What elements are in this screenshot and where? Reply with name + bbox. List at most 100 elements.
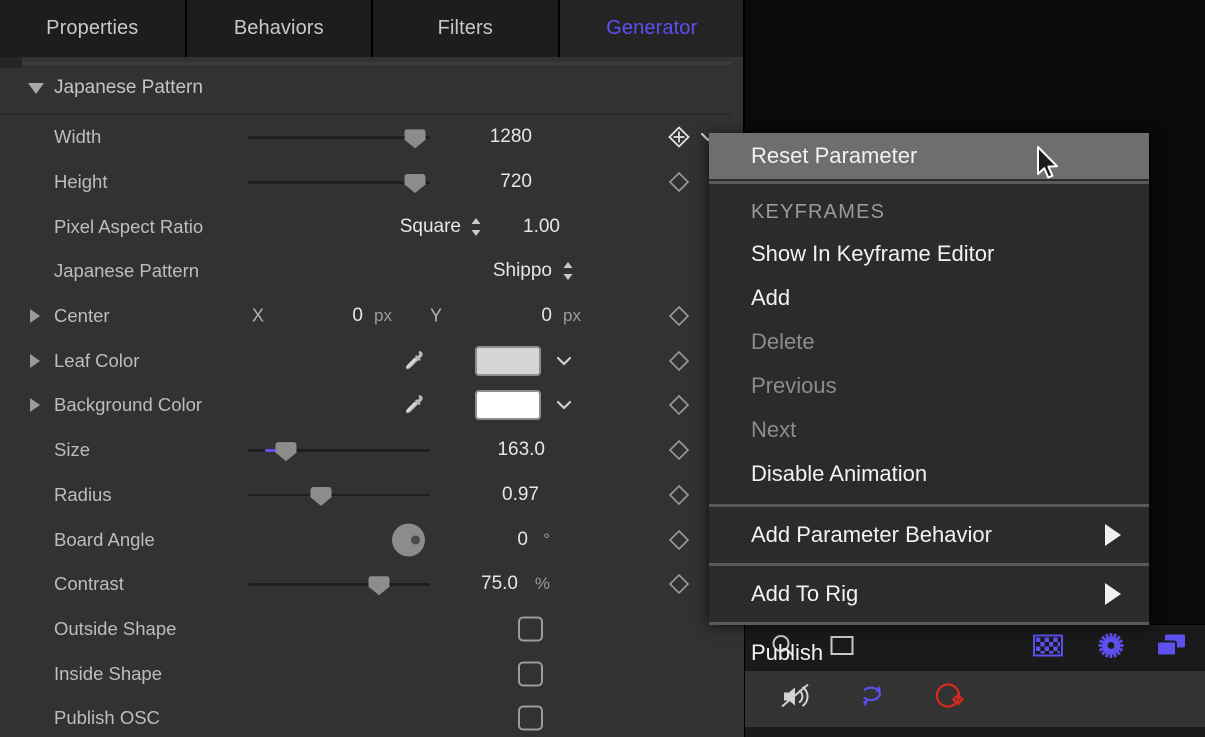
leaf-color-swatch[interactable] <box>475 346 541 376</box>
keyframe-animated-icon[interactable] <box>668 126 690 148</box>
record-keyframe-icon[interactable] <box>933 681 969 718</box>
menu-separator <box>709 622 1149 625</box>
radius-slider[interactable] <box>248 488 430 502</box>
menu-item-add-parameter-behavior[interactable]: Add Parameter Behavior <box>709 509 1149 561</box>
menu-item-label: Reset Parameter <box>751 143 917 169</box>
chevron-down-icon[interactable] <box>553 394 575 416</box>
keyframe-empty-icon[interactable] <box>668 350 690 372</box>
parameter-row-height[interactable]: Height 720 <box>0 160 744 205</box>
pixel-aspect-ratio-popup-value[interactable]: Square <box>400 216 461 238</box>
dial-indicator <box>411 535 420 544</box>
loop-playback-icon[interactable] <box>855 682 889 717</box>
canvas-toolbar-bottom <box>745 671 1205 727</box>
parameter-row-size[interactable]: Size 163.0 <box>0 428 744 473</box>
parameter-row-leaf-color[interactable]: Leaf Color <box>0 338 744 383</box>
radius-value[interactable]: 0.97 <box>502 484 539 506</box>
parameter-label: Background Color <box>54 394 202 416</box>
triangle-down-icon[interactable] <box>28 83 44 94</box>
slider-track <box>248 181 430 184</box>
parameter-context-menu: Reset Parameter KEYFRAMES Show In Keyfra… <box>709 133 1149 622</box>
parameter-label: Japanese Pattern <box>54 260 199 282</box>
menu-item-publish[interactable]: Publish <box>709 627 1149 679</box>
menu-item-add[interactable]: Add <box>709 276 1149 320</box>
center-x-value[interactable]: 0 <box>352 305 363 327</box>
submenu-arrow-icon <box>1105 524 1121 546</box>
triangle-right-icon[interactable] <box>30 354 40 368</box>
up-down-arrows-icon[interactable] <box>470 216 482 238</box>
pixel-aspect-ratio-value[interactable]: 1.00 <box>523 216 560 238</box>
center-x-unit: px <box>374 306 392 326</box>
eyedropper-icon[interactable] <box>398 391 426 419</box>
slider-thumb[interactable] <box>369 576 390 595</box>
menu-item-disable-animation[interactable]: Disable Animation <box>709 452 1149 496</box>
parameter-row-background-color[interactable]: Background Color <box>0 383 744 428</box>
inside-shape-checkbox[interactable] <box>518 661 543 686</box>
tab-behaviors[interactable]: Behaviors <box>187 0 374 57</box>
parameter-row-pixel-aspect-ratio[interactable]: Pixel Aspect Ratio Square 1.00 <box>0 204 744 249</box>
layers-icon[interactable] <box>1155 633 1187 664</box>
slider-thumb[interactable] <box>405 129 426 148</box>
parameter-label: Inside Shape <box>54 663 162 685</box>
parameter-row-radius[interactable]: Radius 0.97 <box>0 473 744 518</box>
parameter-row-outside-shape[interactable]: Outside Shape <box>0 607 744 652</box>
keyframe-empty-icon[interactable] <box>668 171 690 193</box>
parameter-row-board-angle[interactable]: Board Angle 0 ° <box>0 517 744 562</box>
menu-spacer <box>709 496 1149 502</box>
background-color-swatch[interactable] <box>475 390 541 420</box>
triangle-right-icon[interactable] <box>30 309 40 323</box>
inspector-tab-bar: Properties Behaviors Filters Generator <box>0 0 744 57</box>
tab-properties[interactable]: Properties <box>0 0 187 57</box>
tab-generator-label: Generator <box>606 17 697 40</box>
contrast-slider[interactable] <box>248 577 430 591</box>
slider-thumb[interactable] <box>276 442 297 461</box>
tab-filters[interactable]: Filters <box>373 0 560 57</box>
keyframe-empty-icon[interactable] <box>668 394 690 416</box>
menu-item-add-to-rig[interactable]: Add To Rig <box>709 568 1149 620</box>
parameter-label: Outside Shape <box>54 618 176 640</box>
triangle-right-icon[interactable] <box>30 398 40 412</box>
publish-osc-checkbox[interactable] <box>518 706 543 731</box>
menu-item-label: Disable Animation <box>751 461 927 487</box>
keyframe-empty-icon[interactable] <box>668 573 690 595</box>
parameter-row-japanese-pattern[interactable]: Japanese Pattern Shippo <box>0 249 744 294</box>
contrast-value[interactable]: 75.0 <box>481 573 518 595</box>
parameter-row-width[interactable]: Width 1280 <box>0 115 744 160</box>
tab-generator[interactable]: Generator <box>560 0 745 57</box>
menu-item-delete: Delete <box>709 320 1149 364</box>
menu-item-label: Add Parameter Behavior <box>751 522 992 548</box>
parameter-row-center[interactable]: Center X 0 px Y 0 px <box>0 294 744 339</box>
tab-filters-label: Filters <box>438 17 493 40</box>
mute-audio-icon[interactable] <box>780 682 814 717</box>
center-y-value[interactable]: 0 <box>541 305 552 327</box>
parameter-row-publish-osc[interactable]: Publish OSC <box>0 696 744 737</box>
japanese-pattern-popup-value[interactable]: Shippo <box>493 260 552 282</box>
outside-shape-checkbox[interactable] <box>518 616 543 641</box>
height-value[interactable]: 720 <box>500 171 532 193</box>
size-value[interactable]: 163.0 <box>497 439 545 461</box>
keyframe-empty-icon[interactable] <box>668 439 690 461</box>
keyframe-empty-icon[interactable] <box>668 484 690 506</box>
center-x-label: X <box>252 306 264 327</box>
menu-item-label: Next <box>751 417 796 443</box>
board-angle-dial[interactable] <box>392 523 425 556</box>
slider-thumb[interactable] <box>405 174 426 193</box>
chevron-down-icon[interactable] <box>553 350 575 372</box>
slider-track <box>248 494 430 497</box>
parameter-label: Radius <box>54 484 112 506</box>
slider-thumb[interactable] <box>311 487 332 506</box>
parameter-label: Contrast <box>54 573 124 595</box>
height-slider[interactable] <box>248 175 430 189</box>
menu-item-reset-parameter[interactable]: Reset Parameter <box>709 133 1149 179</box>
width-slider[interactable] <box>248 130 430 144</box>
parameter-row-inside-shape[interactable]: Inside Shape <box>0 651 744 696</box>
up-down-arrows-icon[interactable] <box>562 260 574 282</box>
eyedropper-icon[interactable] <box>398 347 426 375</box>
width-value[interactable]: 1280 <box>490 126 532 148</box>
keyframe-empty-icon[interactable] <box>668 529 690 551</box>
parameter-row-contrast[interactable]: Contrast 75.0 % <box>0 562 744 607</box>
keyframe-empty-icon[interactable] <box>668 305 690 327</box>
menu-item-show-in-keyframe-editor[interactable]: Show In Keyframe Editor <box>709 232 1149 276</box>
group-header-japanese-pattern[interactable]: Japanese Pattern <box>0 68 744 114</box>
board-angle-value[interactable]: 0 <box>517 529 528 551</box>
size-slider[interactable] <box>248 443 430 457</box>
